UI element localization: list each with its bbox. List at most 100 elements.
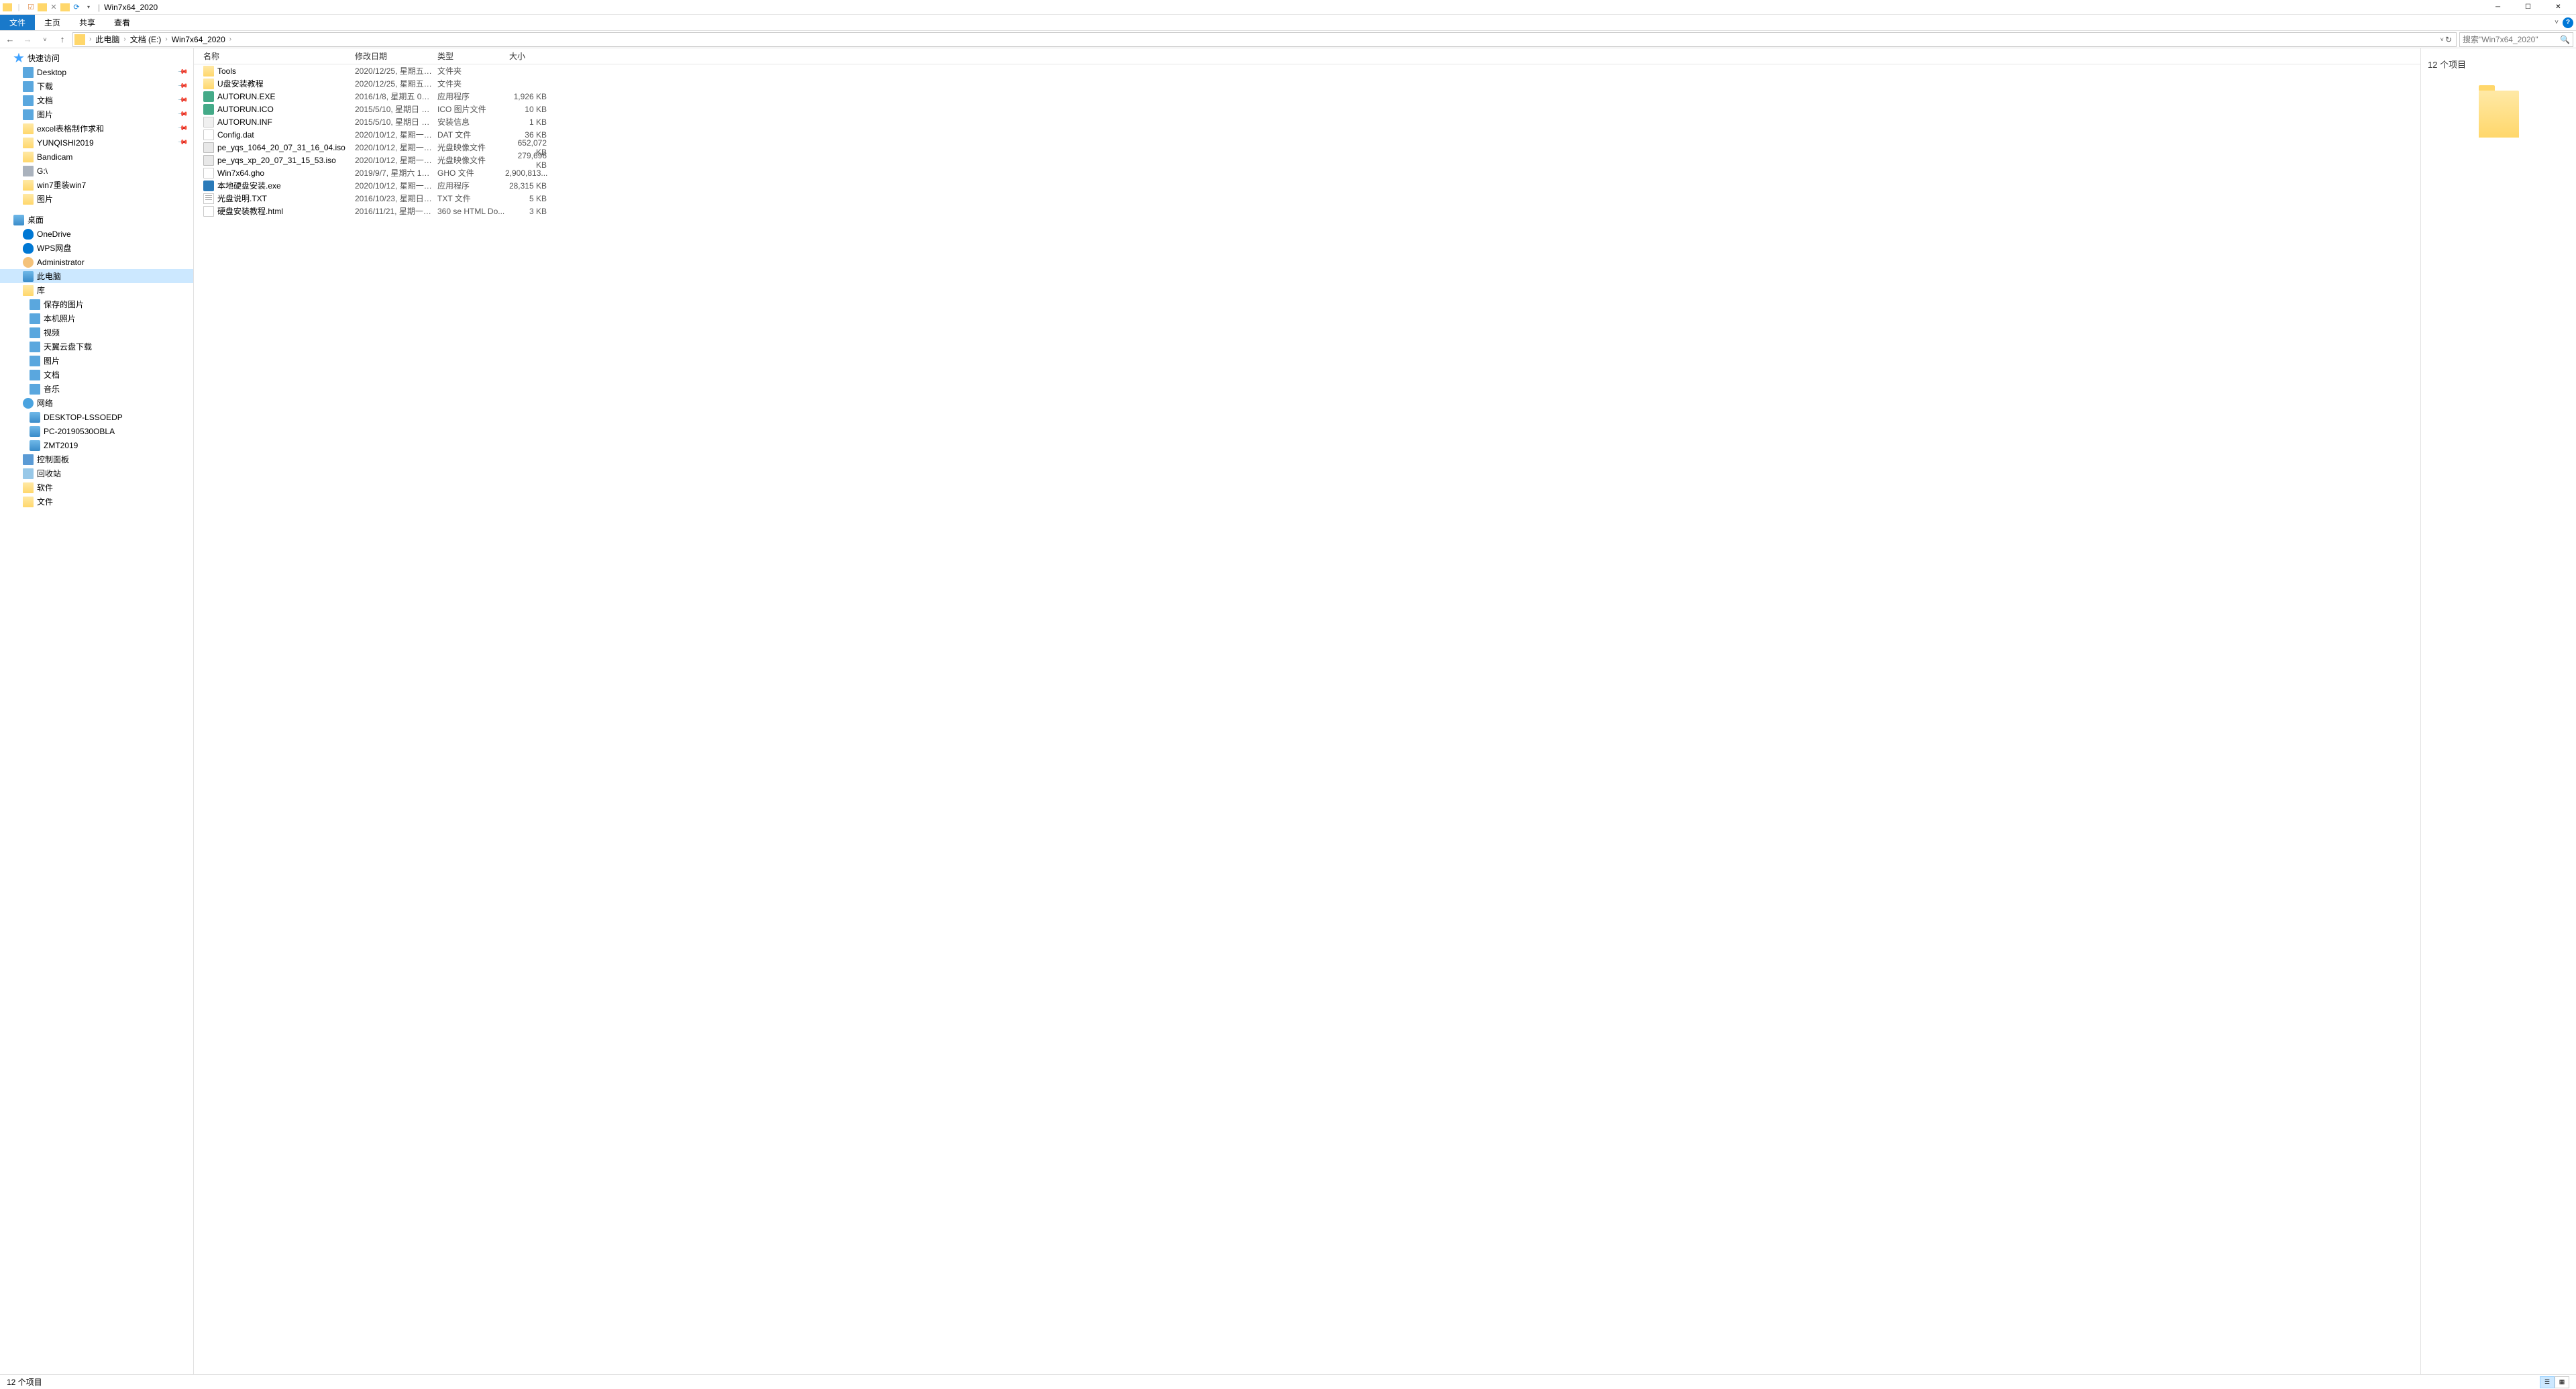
item-icon	[30, 313, 40, 324]
file-row[interactable]: AUTORUN.ICO 2015/5/10, 星期日 02... ICO 图片文…	[194, 103, 2420, 115]
tree-item[interactable]: 天翼云盘下载	[0, 340, 193, 354]
navigation-tree[interactable]: 快速访问 Desktop📌下载📌文档📌图片📌excel表格制作求和📌YUNQIS…	[0, 48, 194, 1374]
file-size: 10 KB	[505, 105, 552, 114]
delete-icon[interactable]: ✕	[48, 2, 59, 13]
up-button[interactable]: ↑	[55, 32, 70, 47]
tree-item[interactable]: ZMT2019	[0, 438, 193, 452]
file-row[interactable]: AUTORUN.INF 2015/5/10, 星期日 02... 安装信息 1 …	[194, 115, 2420, 128]
icons-view-button[interactable]: ▦	[2555, 1376, 2569, 1388]
column-header-type[interactable]: 类型	[433, 50, 505, 62]
tree-item[interactable]: WPS网盘	[0, 241, 193, 255]
tree-item[interactable]: 此电脑	[0, 269, 193, 283]
title-bar: | ☑ ✕ ⟳ ▾ | Win7x64_2020 ─ ☐ ✕	[0, 0, 2576, 15]
breadcrumb[interactable]: › 此电脑 › 文档 (E:) › Win7x64_2020 › ˅ ↻	[72, 32, 2457, 47]
file-icon	[203, 155, 214, 166]
file-row[interactable]: AUTORUN.EXE 2016/1/8, 星期五 04:... 应用程序 1,…	[194, 90, 2420, 103]
file-row[interactable]: U盘安装教程 2020/12/25, 星期五 1... 文件夹	[194, 77, 2420, 90]
minimize-button[interactable]: ─	[2483, 0, 2513, 15]
tree-item[interactable]: 音乐	[0, 382, 193, 396]
help-icon[interactable]: ?	[2563, 17, 2573, 28]
refresh-icon[interactable]: ↻	[2445, 35, 2452, 44]
tree-item[interactable]: Bandicam	[0, 150, 193, 164]
details-view-button[interactable]: ☰	[2540, 1376, 2555, 1388]
rename-icon[interactable]	[60, 3, 70, 11]
folder-icon	[3, 3, 12, 11]
chevron-right-icon[interactable]: ›	[88, 36, 93, 43]
column-header-date[interactable]: 修改日期	[351, 50, 433, 62]
tree-item[interactable]: Administrator	[0, 255, 193, 269]
quick-access-toolbar: | ☑ ✕ ⟳ ▾	[3, 2, 94, 13]
file-row[interactable]: pe_yqs_xp_20_07_31_15_53.iso 2020/10/12,…	[194, 154, 2420, 166]
file-row[interactable]: 本地硬盘安装.exe 2020/10/12, 星期一 1... 应用程序 28,…	[194, 179, 2420, 192]
ribbon-tab-home[interactable]: 主页	[35, 15, 70, 30]
tree-desktop[interactable]: 桌面	[0, 213, 193, 227]
new-folder-icon[interactable]	[38, 3, 47, 11]
breadcrumb-segment[interactable]: 文档 (E:)	[127, 33, 164, 46]
tree-item[interactable]: 图片	[0, 192, 193, 206]
file-size: 1 KB	[505, 117, 552, 127]
file-row[interactable]: 硬盘安装教程.html 2016/11/21, 星期一 2... 360 se …	[194, 205, 2420, 217]
ribbon-tab-view[interactable]: 查看	[105, 15, 140, 30]
tree-item[interactable]: OneDrive	[0, 227, 193, 241]
tree-item[interactable]: excel表格制作求和📌	[0, 121, 193, 136]
file-name: Win7x64.gho	[217, 168, 264, 178]
maximize-button[interactable]: ☐	[2513, 0, 2543, 15]
column-header-name[interactable]: 名称	[199, 50, 351, 62]
tree-item[interactable]: 库	[0, 283, 193, 297]
search-input[interactable]: 搜索"Win7x64_2020" 🔍	[2459, 32, 2573, 47]
pin-icon: 📌	[176, 81, 188, 92]
tree-recycle-bin[interactable]: 回收站	[0, 466, 193, 480]
tree-item[interactable]: 文档📌	[0, 93, 193, 107]
column-header-size[interactable]: 大小	[505, 50, 552, 62]
network-icon	[23, 398, 34, 409]
recycle-bin-icon	[23, 468, 34, 479]
qat-dropdown-icon[interactable]: ▾	[83, 2, 94, 13]
recent-dropdown-icon[interactable]: ˅	[38, 32, 52, 47]
tree-item[interactable]: Desktop📌	[0, 65, 193, 79]
tree-item[interactable]: win7重装win7	[0, 178, 193, 192]
file-type: 安装信息	[433, 116, 505, 127]
properties-icon[interactable]: ☑	[25, 2, 36, 13]
tree-network[interactable]: 网络	[0, 396, 193, 410]
tree-item[interactable]: 文档	[0, 368, 193, 382]
forward-button[interactable]: →	[20, 32, 35, 47]
search-icon[interactable]: 🔍	[2560, 35, 2570, 44]
tree-item[interactable]: 视频	[0, 325, 193, 340]
back-button[interactable]: ←	[3, 32, 17, 47]
file-size: 28,315 KB	[505, 181, 552, 191]
tree-item[interactable]: 保存的图片	[0, 297, 193, 311]
file-icon	[203, 91, 214, 102]
file-row[interactable]: 光盘说明.TXT 2016/10/23, 星期日 0... TXT 文件 5 K…	[194, 192, 2420, 205]
tree-item[interactable]: 图片	[0, 354, 193, 368]
chevron-right-icon[interactable]: ›	[228, 36, 233, 43]
tree-control-panel[interactable]: 控制面板	[0, 452, 193, 466]
ribbon-tab-share[interactable]: 共享	[70, 15, 105, 30]
tree-item[interactable]: PC-20190530OBLA	[0, 424, 193, 438]
file-type: 应用程序	[433, 91, 505, 102]
tree-item[interactable]: YUNQISHI2019📌	[0, 136, 193, 150]
tree-item[interactable]: 本机照片	[0, 311, 193, 325]
chevron-right-icon[interactable]: ›	[122, 36, 127, 43]
chevron-right-icon[interactable]: ›	[164, 36, 168, 43]
file-date: 2015/5/10, 星期日 02...	[351, 116, 433, 127]
tree-software[interactable]: 软件	[0, 480, 193, 495]
tree-item[interactable]: 下载📌	[0, 79, 193, 93]
tree-item[interactable]: DESKTOP-LSSOEDP	[0, 410, 193, 424]
breadcrumb-segment[interactable]: 此电脑	[93, 33, 122, 46]
tree-files[interactable]: 文件	[0, 495, 193, 509]
tree-quick-access[interactable]: 快速访问	[0, 51, 193, 65]
ribbon-tab-file[interactable]: 文件	[0, 15, 35, 30]
file-row[interactable]: Win7x64.gho 2019/9/7, 星期六 19:... GHO 文件 …	[194, 166, 2420, 179]
file-row[interactable]: Tools 2020/12/25, 星期五 1... 文件夹	[194, 64, 2420, 77]
breadcrumb-segment[interactable]: Win7x64_2020	[169, 33, 228, 46]
file-type: TXT 文件	[433, 193, 505, 204]
tree-item[interactable]: 图片📌	[0, 107, 193, 121]
title-separator: |	[98, 3, 100, 12]
undo-icon[interactable]: ⟳	[71, 2, 82, 13]
file-rows[interactable]: Tools 2020/12/25, 星期五 1... 文件夹 U盘安装教程 20…	[194, 64, 2420, 1374]
tree-item[interactable]: G:\	[0, 164, 193, 178]
close-button[interactable]: ✕	[2543, 0, 2573, 15]
address-dropdown-icon[interactable]: ˅	[2440, 36, 2444, 43]
item-icon	[23, 166, 34, 176]
ribbon-expand-icon[interactable]: ˅	[2555, 19, 2559, 26]
